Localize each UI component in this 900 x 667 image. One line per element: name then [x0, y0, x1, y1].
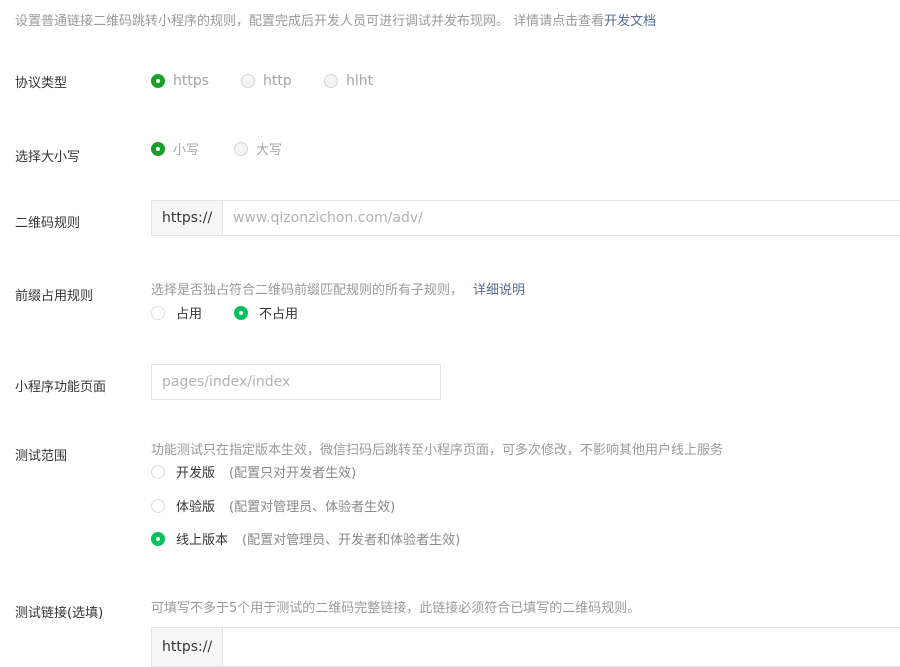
radio-checked-icon: [151, 141, 165, 156]
scope-option-hint: (配置只对开发者生效): [229, 466, 357, 481]
scope-option-hint: (配置对管理员、开发者和体验者生效): [242, 533, 461, 548]
protocol-option-label: https: [173, 73, 210, 89]
prefix-radio-not-occupy[interactable]: 不占用: [234, 303, 298, 322]
prefix-option-label: 不占用: [259, 307, 299, 322]
qr-rule-input[interactable]: https:// www.qizonzichon.com/adv/: [151, 200, 900, 236]
radio-unchecked-icon: [151, 464, 165, 479]
test-link-prefix: https://: [152, 628, 223, 666]
case-radio-upper[interactable]: 大写: [234, 139, 282, 158]
radio-unchecked-icon: [324, 74, 338, 88]
protocol-radio-https[interactable]: https: [151, 73, 209, 89]
case-label: 选择大小写: [15, 150, 81, 165]
scope-option-hint: (配置对管理员、体验者生效): [229, 500, 396, 515]
radio-checked-icon: [151, 531, 165, 546]
radio-checked-icon: [151, 74, 165, 88]
test-link-desc: 可填写不多于5个用于测试的二维码完整链接，此链接必须符合已填写的二维码规则。: [151, 601, 641, 616]
scope-radio-release[interactable]: 线上版本 (配置对管理员、开发者和体验者生效): [151, 529, 460, 548]
qr-rule-placeholder: www.qizonzichon.com/adv/: [233, 210, 423, 226]
scope-option-label: 体验版: [176, 500, 216, 515]
radio-unchecked-icon: [241, 74, 255, 88]
prefix-option-label: 占用: [176, 307, 203, 322]
protocol-label: 协议类型: [15, 76, 68, 91]
intro-description: 设置普通链接二维码跳转小程序的规则，配置完成后开发人员可进行调试并发布现网。 详…: [15, 14, 605, 29]
radio-checked-icon: [234, 305, 248, 320]
intro-text: 设置普通链接二维码跳转小程序的规则，配置完成后开发人员可进行调试并发布现网。 详…: [15, 10, 656, 29]
radio-unchecked-icon: [234, 141, 248, 156]
radio-unchecked-icon: [151, 305, 165, 320]
test-link-input[interactable]: https://: [151, 627, 900, 667]
scope-radio-trial[interactable]: 体验版 (配置对管理员、体验者生效): [151, 496, 395, 515]
radio-unchecked-icon: [151, 498, 165, 513]
case-option-label: 大写: [256, 143, 283, 158]
test-scope-label: 测试范围: [15, 449, 68, 464]
prefix-rule-desc-text: 选择是否独占符合二维码前缀匹配规则的所有子规则，: [151, 283, 464, 298]
scope-option-label: 线上版本: [176, 533, 229, 548]
protocol-option-label: http: [263, 73, 292, 89]
page-input[interactable]: pages/index/index: [151, 364, 441, 400]
qr-rule-prefix: https://: [152, 201, 223, 235]
scope-radio-dev[interactable]: 开发版 (配置只对开发者生效): [151, 462, 356, 481]
protocol-option-label: hlht: [346, 73, 374, 89]
prefix-rule-desc: 选择是否独占符合二维码前缀匹配规则的所有子规则， 详细说明: [151, 279, 525, 298]
prefix-rule-label: 前缀占用规则: [15, 289, 94, 304]
test-scope-desc: 功能测试只在指定版本生效，微信扫码后跳转至小程序页面，可多次修改，不影响其他用户…: [151, 443, 724, 458]
page-placeholder: pages/index/index: [162, 374, 291, 390]
dev-docs-link[interactable]: 开发文档: [604, 14, 656, 29]
qr-rule-label: 二维码规则: [15, 216, 81, 231]
scope-option-label: 开发版: [176, 466, 216, 481]
protocol-radio-http[interactable]: http: [241, 73, 292, 89]
case-radio-lower[interactable]: 小写: [151, 139, 199, 158]
test-link-label: 测试链接(选填): [15, 606, 104, 621]
prefix-radio-occupy[interactable]: 占用: [151, 303, 202, 322]
page-label: 小程序功能页面: [15, 380, 107, 395]
case-option-label: 小写: [173, 143, 200, 158]
detail-link[interactable]: 详细说明: [473, 283, 525, 298]
protocol-radio-hlht[interactable]: hlht: [324, 73, 373, 89]
